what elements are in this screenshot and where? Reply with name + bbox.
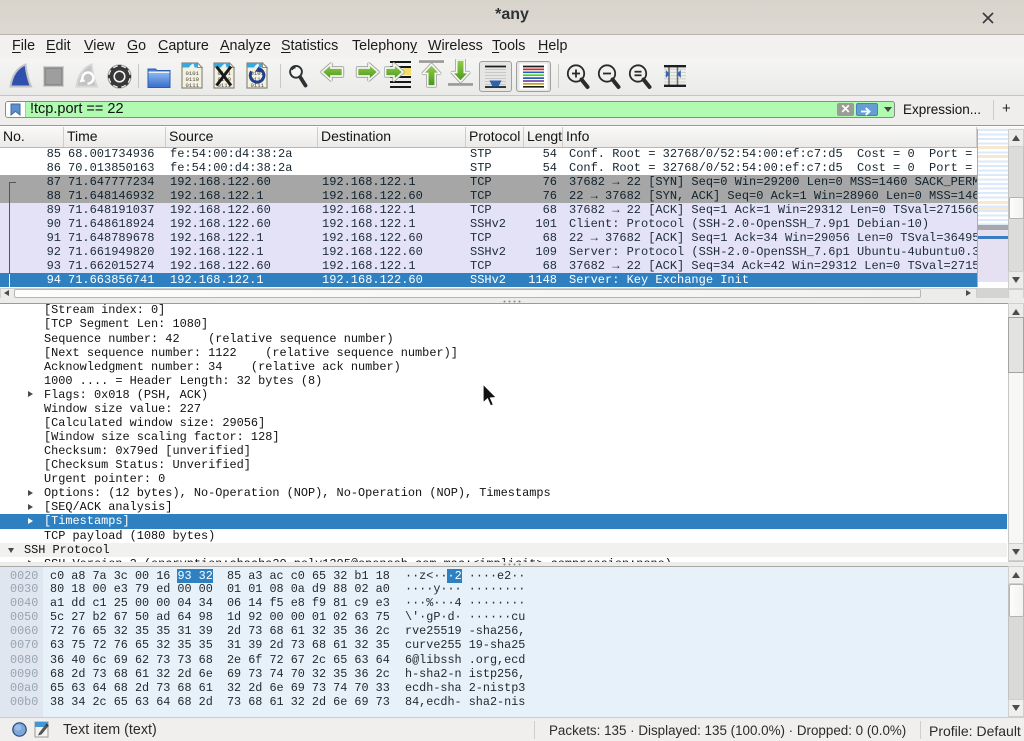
svg-text:0111: 0111 — [186, 82, 200, 89]
